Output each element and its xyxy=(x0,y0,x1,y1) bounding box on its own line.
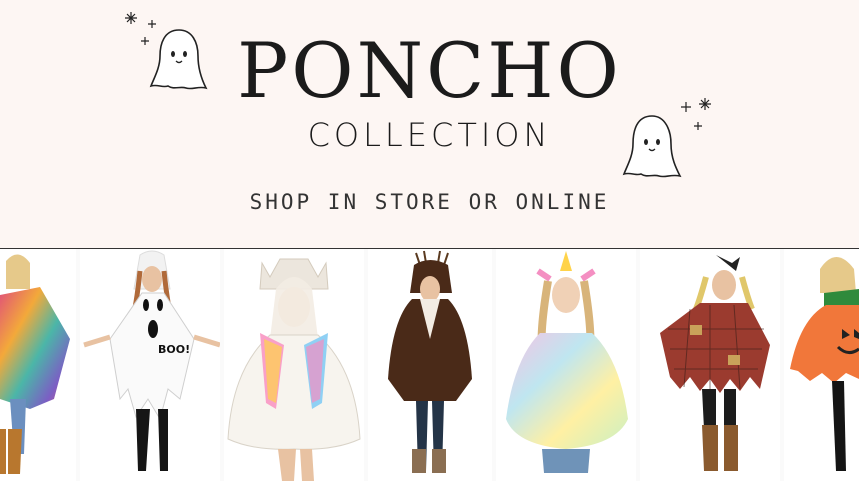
promo-banner: PONCHO COLLECTION SHOP IN STORE OR ONLIN… xyxy=(0,0,859,249)
product-image-deer-poncho[interactable] xyxy=(368,249,492,481)
banner-tagline: SHOP IN STORE OR ONLINE xyxy=(249,190,610,214)
sparkles-right-icon xyxy=(678,98,718,141)
banner-title: PONCHO xyxy=(237,26,622,115)
ghost-right-icon xyxy=(620,112,684,186)
product-image-unicorn-poncho[interactable] xyxy=(496,249,636,481)
product-image-llama-poncho[interactable] xyxy=(224,249,364,481)
banner-subtitle: COLLECTION xyxy=(307,116,552,154)
product-strip: BOO! xyxy=(0,249,859,481)
product-image-pumpkin-poncho[interactable] xyxy=(784,249,859,481)
product-image-tie-dye-poncho[interactable] xyxy=(0,249,76,481)
product-image-ghost-poncho[interactable]: BOO! xyxy=(80,249,220,481)
product-image-scarecrow-poncho[interactable] xyxy=(640,249,780,481)
boo-label: BOO! xyxy=(158,343,190,356)
